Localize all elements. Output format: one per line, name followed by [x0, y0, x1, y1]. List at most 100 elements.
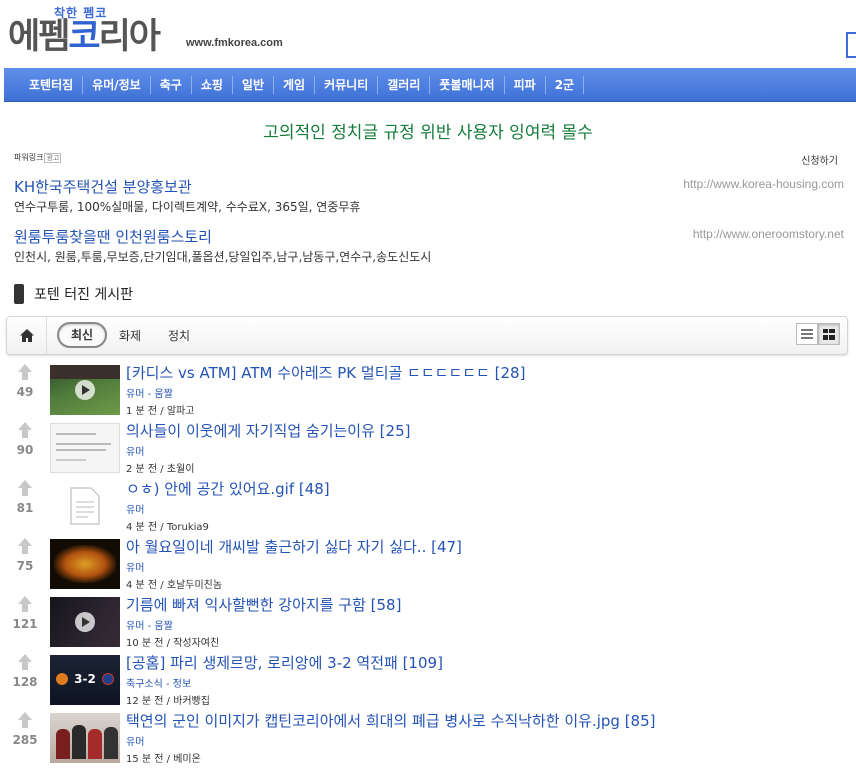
nav-item-label[interactable]: 쇼핑 [192, 76, 232, 93]
nav-item-label[interactable]: 게임 [274, 76, 314, 93]
upvote-arrow-icon[interactable] [18, 596, 32, 612]
ad-apply-link[interactable]: 신청하기 [801, 152, 838, 167]
post-thumbnail[interactable] [50, 365, 120, 415]
post-title[interactable]: ㅇㅎ) 안에 공간 있어요.gif [48] [126, 479, 330, 499]
nav-item[interactable]: 커뮤니티 [315, 68, 377, 102]
tab-hot[interactable]: 화제 [119, 327, 141, 344]
nav-item[interactable]: 유머/정보 [83, 68, 150, 102]
nav-item-label[interactable]: 2군 [546, 76, 583, 93]
ad-desc: 연수구투룸, 100%실매물, 다이렉트계약, 수수료X, 365일, 연중무휴 [14, 200, 361, 214]
post-thumbnail[interactable]: 3-2 [50, 655, 120, 705]
nav-divider [583, 75, 585, 94]
post-meta: 2 분 전 / 초월이 [126, 464, 195, 475]
tab-latest[interactable]: 최신 [57, 322, 107, 348]
post-category[interactable]: 유머 [126, 443, 144, 458]
vote-count: 90 [16, 443, 34, 457]
upvote-arrow-icon[interactable] [18, 654, 32, 670]
post-item: 285 택연의 군인 이미지가 캡틴코리아에서 희대의 폐급 병사로 수직낙하한 … [0, 708, 856, 766]
post-title[interactable]: 기름에 빠져 익사할뻔한 강아지를 구함 [58] [126, 595, 401, 615]
nav-item[interactable]: 2군 [546, 68, 583, 102]
vote-count: 285 [12, 733, 38, 747]
ad-desc: 인천시, 원룸,투룸,무보증,단기임대,풀옵션,당일입주,남구,남동구,연수구,… [14, 250, 432, 264]
vote[interactable]: 121 [8, 596, 42, 631]
vote[interactable]: 128 [8, 654, 42, 689]
home-icon[interactable] [7, 317, 47, 354]
nav-item[interactable]: 축구 [151, 68, 191, 102]
post-category[interactable]: 유머 [126, 501, 144, 516]
post-title[interactable]: 의사들이 이웃에게 자기직업 숨기는이유 [25] [126, 421, 410, 441]
vote-count: 121 [12, 617, 38, 631]
site-logo[interactable]: 착한 펨코 에펨코리아 www.fmkorea.com [8, 4, 308, 60]
nav-item-label[interactable]: 유머/정보 [83, 76, 150, 93]
ad-url[interactable]: http://www.oneroomstory.net [693, 227, 844, 241]
upvote-arrow-icon[interactable] [18, 480, 32, 496]
post-title[interactable]: 아 월요일이네 개씨발 출근하기 싫다 자기 싫다.. [47] [126, 537, 462, 557]
nav-item[interactable]: 게임 [274, 68, 314, 102]
nav-item[interactable]: 풋볼매니저 [430, 68, 503, 102]
nav-item[interactable]: 갤러리 [378, 68, 429, 102]
board-tabs: 최신 화제 정치 [6, 316, 848, 355]
title-bar-icon [14, 284, 24, 304]
logo-wordmark: 에펨코리아 [8, 17, 161, 57]
score-text: 3-2 [74, 672, 96, 686]
upvote-arrow-icon[interactable] [18, 422, 32, 438]
post-item: 49 [카디스 vs ATM] ATM 수아레즈 PK 멀티골 ㄷㄷㄷㄷㄷㄷ [2… [0, 360, 856, 418]
post-meta: 4 분 전 / 호날두미친놈 [126, 580, 223, 591]
nav-item[interactable]: 포텐터짐 [20, 68, 82, 102]
grid-view-icon[interactable] [818, 323, 840, 345]
post-meta: 4 분 전 / Torukia9 [126, 522, 209, 533]
vote-count: 49 [16, 385, 34, 399]
post-title[interactable]: 택연의 군인 이미지가 캡틴코리아에서 희대의 폐급 병사로 수직낙하한 이유.… [126, 711, 656, 731]
upvote-arrow-icon[interactable] [18, 364, 32, 380]
post-thumbnail[interactable] [50, 539, 120, 589]
post-meta: 1 분 전 / 알파고 [126, 406, 195, 417]
post-title[interactable]: [공홈] 파리 생제르망, 로리앙에 3-2 역전패 [109] [126, 653, 443, 673]
vote-count: 128 [12, 675, 38, 689]
post-category[interactable]: 유머 - 움짤 [126, 617, 173, 632]
post-item: 81 ㅇㅎ) 안에 공간 있어요.gif [48] 유머 4 분 전 / Toruki… [0, 476, 856, 534]
nav-item-label[interactable]: 피파 [505, 76, 545, 93]
tab-politics[interactable]: 정치 [168, 327, 190, 344]
vote[interactable]: 81 [8, 480, 42, 515]
post-thumbnail[interactable] [50, 481, 120, 531]
ad-header: 파워링크 광고 [14, 153, 62, 163]
vote[interactable]: 285 [8, 712, 42, 747]
post-item: 121 기름에 빠져 익사할뻔한 강아지를 구함 [58] 유머 - 움짤 10 분 … [0, 592, 856, 650]
notice-banner[interactable]: 고의적인 정치글 규정 위반 사용자 잉여력 몰수 [0, 118, 856, 143]
post-item: 90 의사들이 이웃에게 자기직업 숨기는이유 [25] 유머 2 분 전 / 초월이 [0, 418, 856, 476]
vote[interactable]: 49 [8, 364, 42, 399]
post-title[interactable]: [카디스 vs ATM] ATM 수아레즈 PK 멀티골 ㄷㄷㄷㄷㄷㄷ [28] [126, 363, 525, 383]
nav-item[interactable]: 쇼핑 [192, 68, 232, 102]
post-category[interactable]: 축구소식 - 정보 [126, 675, 191, 690]
upvote-arrow-icon[interactable] [18, 712, 32, 728]
nav-item-label[interactable]: 일반 [233, 76, 273, 93]
board-title: 포텐 터진 게시판 [14, 284, 133, 304]
post-category[interactable]: 유머 [126, 559, 144, 574]
post-meta: 10 분 전 / 작성자여친 [126, 638, 220, 649]
post-thumbnail[interactable] [50, 423, 120, 473]
post-category[interactable]: 유머 - 움짤 [126, 385, 173, 400]
nav-item-label[interactable]: 커뮤니티 [315, 76, 377, 93]
post-meta: 15 분 전 / 베미온 [126, 754, 201, 765]
upvote-arrow-icon[interactable] [18, 538, 32, 554]
search-box-edge[interactable] [846, 32, 856, 58]
ad-item[interactable]: 원룸투룸찾을땐 인천원룸스토리 http://www.oneroomstory.… [14, 227, 844, 267]
post-thumbnail[interactable] [50, 597, 120, 647]
vote[interactable]: 75 [8, 538, 42, 573]
post-thumbnail[interactable] [50, 713, 120, 763]
nav-item-label[interactable]: 풋볼매니저 [430, 76, 503, 93]
nav-item[interactable]: 일반 [233, 68, 273, 102]
site-url: www.fmkorea.com [186, 37, 283, 49]
list-view-icon[interactable] [796, 323, 818, 345]
nav-item[interactable]: 피파 [505, 68, 545, 102]
vote-count: 81 [16, 501, 34, 515]
nav-item-label[interactable]: 포텐터짐 [20, 76, 82, 93]
post-item: 75 아 월요일이네 개씨발 출근하기 싫다 자기 싫다.. [47] 유머 4 분 … [0, 534, 856, 592]
main-nav: 포텐터짐 유머/정보 축구 쇼핑 일반 게임 커뮤니티 갤러리 풋볼매니저 피파 2군 [4, 68, 856, 102]
nav-item-label[interactable]: 갤러리 [378, 76, 429, 93]
ad-url[interactable]: http://www.korea-housing.com [683, 177, 844, 191]
post-category[interactable]: 유머 [126, 733, 144, 748]
ad-item[interactable]: KH한국주택건설 분양홍보관 http://www.korea-housing.… [14, 177, 844, 217]
vote[interactable]: 90 [8, 422, 42, 457]
nav-item-label[interactable]: 축구 [151, 76, 191, 93]
